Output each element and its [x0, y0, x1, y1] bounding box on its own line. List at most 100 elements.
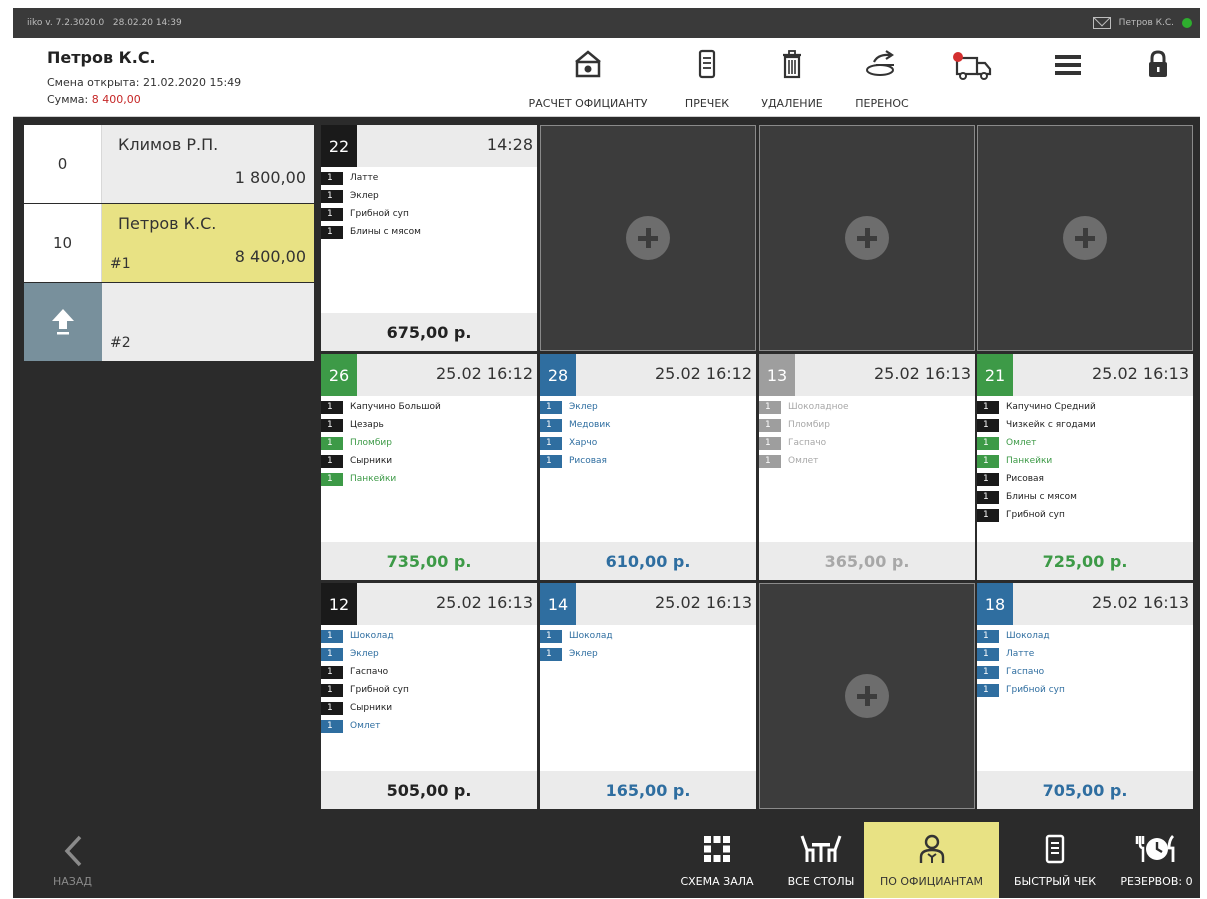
new-order-slot[interactable]: [759, 125, 975, 351]
order-card-26[interactable]: 26 25.02 16:12 1 Капучино Большой 1 Цезарь…: [321, 354, 537, 580]
order-card-12[interactable]: 12 25.02 16:13 1 Шоколад 1 Эклер 1 Гаспачо …: [321, 583, 537, 809]
menu-button[interactable]: [1043, 46, 1093, 112]
new-order-slot[interactable]: [759, 583, 975, 809]
order-item: 1 Омлет: [977, 434, 1193, 452]
by-waiters-button[interactable]: ПО ОФИЦИАНТАМ: [864, 822, 999, 898]
item-qty: 1: [759, 418, 781, 432]
order-item: 1 Шоколад: [977, 627, 1193, 645]
new-order-slot[interactable]: [540, 125, 756, 351]
hall-scheme-button[interactable]: СХЕМА ЗАЛА: [669, 822, 765, 898]
order-header: 13 25.02 16:13: [759, 354, 975, 396]
item-qty: 1: [759, 400, 781, 414]
item-name: Рисовая: [569, 456, 607, 466]
waiter-row-page-2[interactable]: #2: [24, 283, 314, 361]
item-qty: 1: [540, 436, 562, 450]
plus-icon[interactable]: [1063, 216, 1107, 260]
order-header: 18 25.02 16:13: [977, 583, 1193, 625]
order-items: 1 Шоколад 1 Эклер: [540, 627, 756, 663]
plus-icon[interactable]: [626, 216, 670, 260]
quick-check-button[interactable]: БЫСТРЫЙ ЧЕК: [1005, 822, 1105, 898]
order-header: 22 14:28: [321, 125, 537, 167]
waiter-list: 0 Климов Р.П. 1 800,00 10 Петров К.С. #1…: [24, 125, 314, 362]
item-qty: 1: [321, 472, 343, 486]
order-total: 735,00 р.: [321, 542, 537, 580]
order-item: 1 Харчо: [540, 434, 756, 452]
order-item: 1 Грибной суп: [977, 506, 1193, 524]
order-total: 675,00 р.: [321, 313, 537, 351]
status-datetime: 28.02.20 14:39: [112, 18, 182, 28]
version-info: iiko v. 7.2.3020.0 28.02.20 14:39: [27, 18, 182, 28]
waiter-name: Петров К.С.: [118, 214, 217, 233]
order-table-number: 12: [321, 583, 357, 625]
order-card-13[interactable]: 13 25.02 16:13 1 Шоколадное 1 Пломбир 1 Гас…: [759, 354, 975, 580]
item-name: Грибной суп: [350, 209, 409, 219]
order-card-18[interactable]: 18 25.02 16:13 1 Шоколад 1 Латте 1 Гаспачо …: [977, 583, 1193, 809]
order-table-number: 21: [977, 354, 1013, 396]
order-card-22[interactable]: 22 14:28 1 Латте 1 Эклер 1 Грибной суп 1 Бли…: [321, 125, 537, 351]
item-qty: 1: [540, 647, 562, 661]
order-items: 1 Латте 1 Эклер 1 Грибной суп 1 Блины с мясо…: [321, 169, 537, 241]
waiter-name: Климов Р.П.: [118, 135, 219, 154]
reservation-clock-icon: [1135, 835, 1174, 862]
order-item: 1 Эклер: [540, 645, 756, 663]
delete-label: УДАЛЕНИЕ: [761, 97, 823, 110]
transfer-button[interactable]: ПЕРЕНОС: [849, 46, 915, 112]
order-table-number: 18: [977, 583, 1013, 625]
plus-icon[interactable]: [845, 674, 889, 718]
reserves-label: РЕЗЕРВОВ: 0: [1120, 875, 1193, 888]
back-button[interactable]: НАЗАД: [13, 822, 153, 898]
order-item: 1 Шоколад: [540, 627, 756, 645]
plus-icon[interactable]: [845, 216, 889, 260]
order-table-number: 14: [540, 583, 576, 625]
order-item: 1 Эклер: [321, 187, 537, 205]
item-qty: 1: [540, 629, 562, 643]
delivery-button[interactable]: [948, 46, 998, 112]
online-status-icon: [1182, 18, 1192, 28]
item-name: Грибной суп: [1006, 685, 1065, 695]
order-card-28[interactable]: 28 25.02 16:12 1 Эклер 1 Медовик 1 Харчо 1Р…: [540, 354, 756, 580]
scroll-up-button[interactable]: [24, 283, 102, 361]
order-card-21[interactable]: 21 25.02 16:13 1 Капучино Средний 1 Чизкей…: [977, 354, 1193, 580]
order-header: 14 25.02 16:13: [540, 583, 756, 625]
new-order-slot[interactable]: [977, 125, 1193, 351]
order-item: 1 Капучино Средний: [977, 398, 1193, 416]
item-name: Пломбир: [350, 438, 392, 448]
order-time: 25.02 16:13: [874, 364, 971, 383]
item-name: Грибной суп: [350, 685, 409, 695]
order-card-14[interactable]: 14 25.02 16:13 1 Шоколад 1 Эклер 165,00 р.: [540, 583, 756, 809]
item-name: Гаспачо: [1006, 667, 1045, 677]
reserves-button[interactable]: РЕЗЕРВОВ: 0: [1113, 822, 1200, 898]
item-name: Пломбир: [788, 420, 830, 430]
item-qty: 1: [321, 418, 343, 432]
order-item: 1 Рисовая: [540, 452, 756, 470]
order-time: 14:28: [486, 135, 533, 154]
mail-icon[interactable]: [1092, 17, 1111, 29]
delete-button[interactable]: УДАЛЕНИЕ: [759, 46, 825, 112]
order-total: 165,00 р.: [540, 771, 756, 809]
order-items: 1 Шоколад 1 Латте 1 Гаспачо 1 Грибной суп: [977, 627, 1193, 699]
item-name: Гаспачо: [350, 667, 389, 677]
item-name: Сырники: [350, 703, 393, 713]
waiter-payment-button[interactable]: РАСЧЕТ ОФИЦИАНТУ: [521, 46, 655, 112]
order-item: 1 Эклер: [540, 398, 756, 416]
order-item: 1 Медовик: [540, 416, 756, 434]
waiter-row-petrov[interactable]: 10 Петров К.С. #1 8 400,00: [24, 204, 314, 282]
order-items: 1 Капучино Большой 1 Цезарь 1 Пломбир 1 Сырн…: [321, 398, 537, 488]
item-name: Блины с мясом: [350, 227, 421, 237]
user-name: Петров К.С.: [47, 48, 156, 67]
item-name: Капучино Средний: [1006, 402, 1096, 412]
all-tables-label: ВСЕ СТОЛЫ: [787, 875, 855, 888]
order-item: 1 Грибной суп: [321, 205, 537, 223]
item-qty: 1: [759, 454, 781, 468]
order-time: 25.02 16:13: [1092, 593, 1189, 612]
sum-label: Сумма:: [47, 93, 92, 106]
item-name: Харчо: [569, 438, 598, 448]
order-items: 1 Шоколад 1 Эклер 1 Гаспачо 1 Грибной суп 1С…: [321, 627, 537, 735]
all-tables-button[interactable]: ВСЕ СТОЛЫ: [773, 822, 869, 898]
transfer-icon: [866, 50, 894, 76]
item-qty: 1: [321, 665, 343, 679]
waiter-row-klimov[interactable]: 0 Климов Р.П. 1 800,00: [24, 125, 314, 203]
precheck-button[interactable]: ПРЕЧЕК: [679, 46, 735, 112]
lock-button[interactable]: [1133, 46, 1183, 112]
item-qty: 1: [977, 629, 999, 643]
